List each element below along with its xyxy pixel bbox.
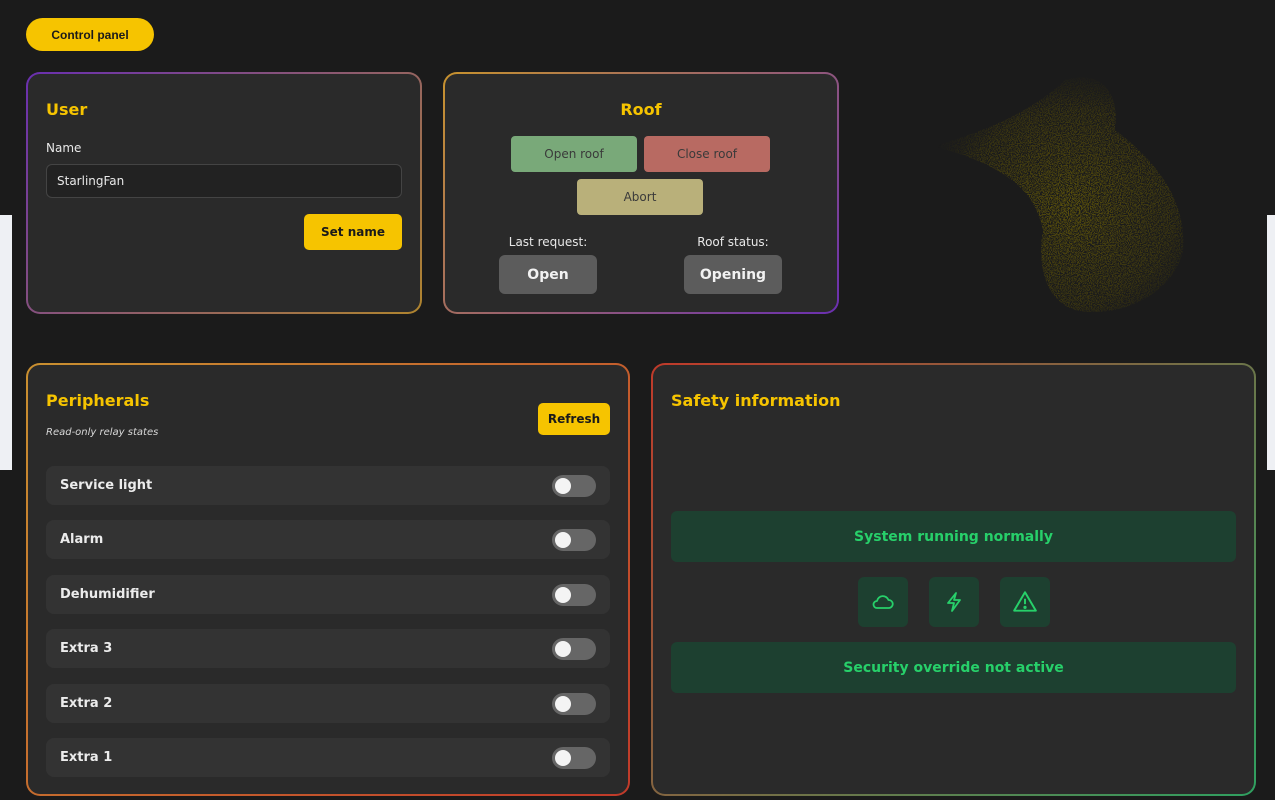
relay-toggle[interactable] [552,637,596,660]
close-roof-button[interactable]: Close roof [644,136,770,172]
toggle-knob [555,477,571,494]
right-edge-strip [1267,0,1275,800]
cloud-icon [858,577,908,627]
name-label: Name [46,141,82,155]
relay-toggle[interactable] [552,528,596,551]
warning-icon [1000,577,1050,627]
relay-name: Service light [60,478,153,493]
safety-title: Safety information [671,391,841,410]
roof-title: Roof [620,100,662,119]
set-name-button[interactable]: Set name [304,214,402,250]
relay-toggle[interactable] [552,746,596,769]
relay-row-extra-3: Extra 3 [46,629,610,668]
roof-card: Roof Open roof Close roof Abort Last req… [443,72,839,314]
open-roof-button[interactable]: Open roof [511,136,637,172]
abort-button[interactable]: Abort [577,179,703,215]
relay-name: Alarm [60,532,104,547]
lightning-icon [929,577,979,627]
starling-bird-graphic [933,77,1184,312]
safety-card: Safety information System running normal… [651,363,1256,796]
toggle-knob [555,640,571,657]
refresh-button[interactable]: Refresh [538,403,610,435]
roof-status-value: Opening [684,255,782,294]
toggle-knob [555,531,571,548]
last-request-label: Last request: [508,235,588,249]
relay-row-extra-2: Extra 2 [46,684,610,723]
peripherals-subtitle: Read-only relay states [46,427,159,438]
control-panel-button[interactable]: Control panel [26,18,154,51]
relay-name: Extra 1 [60,750,113,765]
relay-row-service-light: Service light [46,466,610,505]
toggle-knob [555,749,571,766]
peripherals-card: Peripherals Read-only relay states Refre… [26,363,630,796]
security-override-banner: Security override not active [671,642,1236,693]
user-title: User [46,100,88,119]
peripherals-title: Peripherals [46,391,150,410]
relay-name: Extra 2 [60,696,113,711]
roof-status-label: Roof status: [697,235,769,249]
relay-toggle[interactable] [552,583,596,606]
toggle-knob [555,695,571,712]
system-status-banner: System running normally [671,511,1236,562]
user-card: User Name Set name [26,72,422,314]
relay-name: Dehumidifier [60,587,155,602]
name-input[interactable] [46,164,402,198]
toggle-knob [555,586,571,603]
relay-name: Extra 3 [60,641,113,656]
last-request-value: Open [499,255,597,294]
relay-toggle[interactable] [552,474,596,497]
relay-row-extra-1: Extra 1 [46,738,610,777]
relay-toggle[interactable] [552,692,596,715]
relay-row-alarm: Alarm [46,520,610,559]
left-edge-strip [0,0,12,800]
relay-row-dehumidifier: Dehumidifier [46,575,610,614]
